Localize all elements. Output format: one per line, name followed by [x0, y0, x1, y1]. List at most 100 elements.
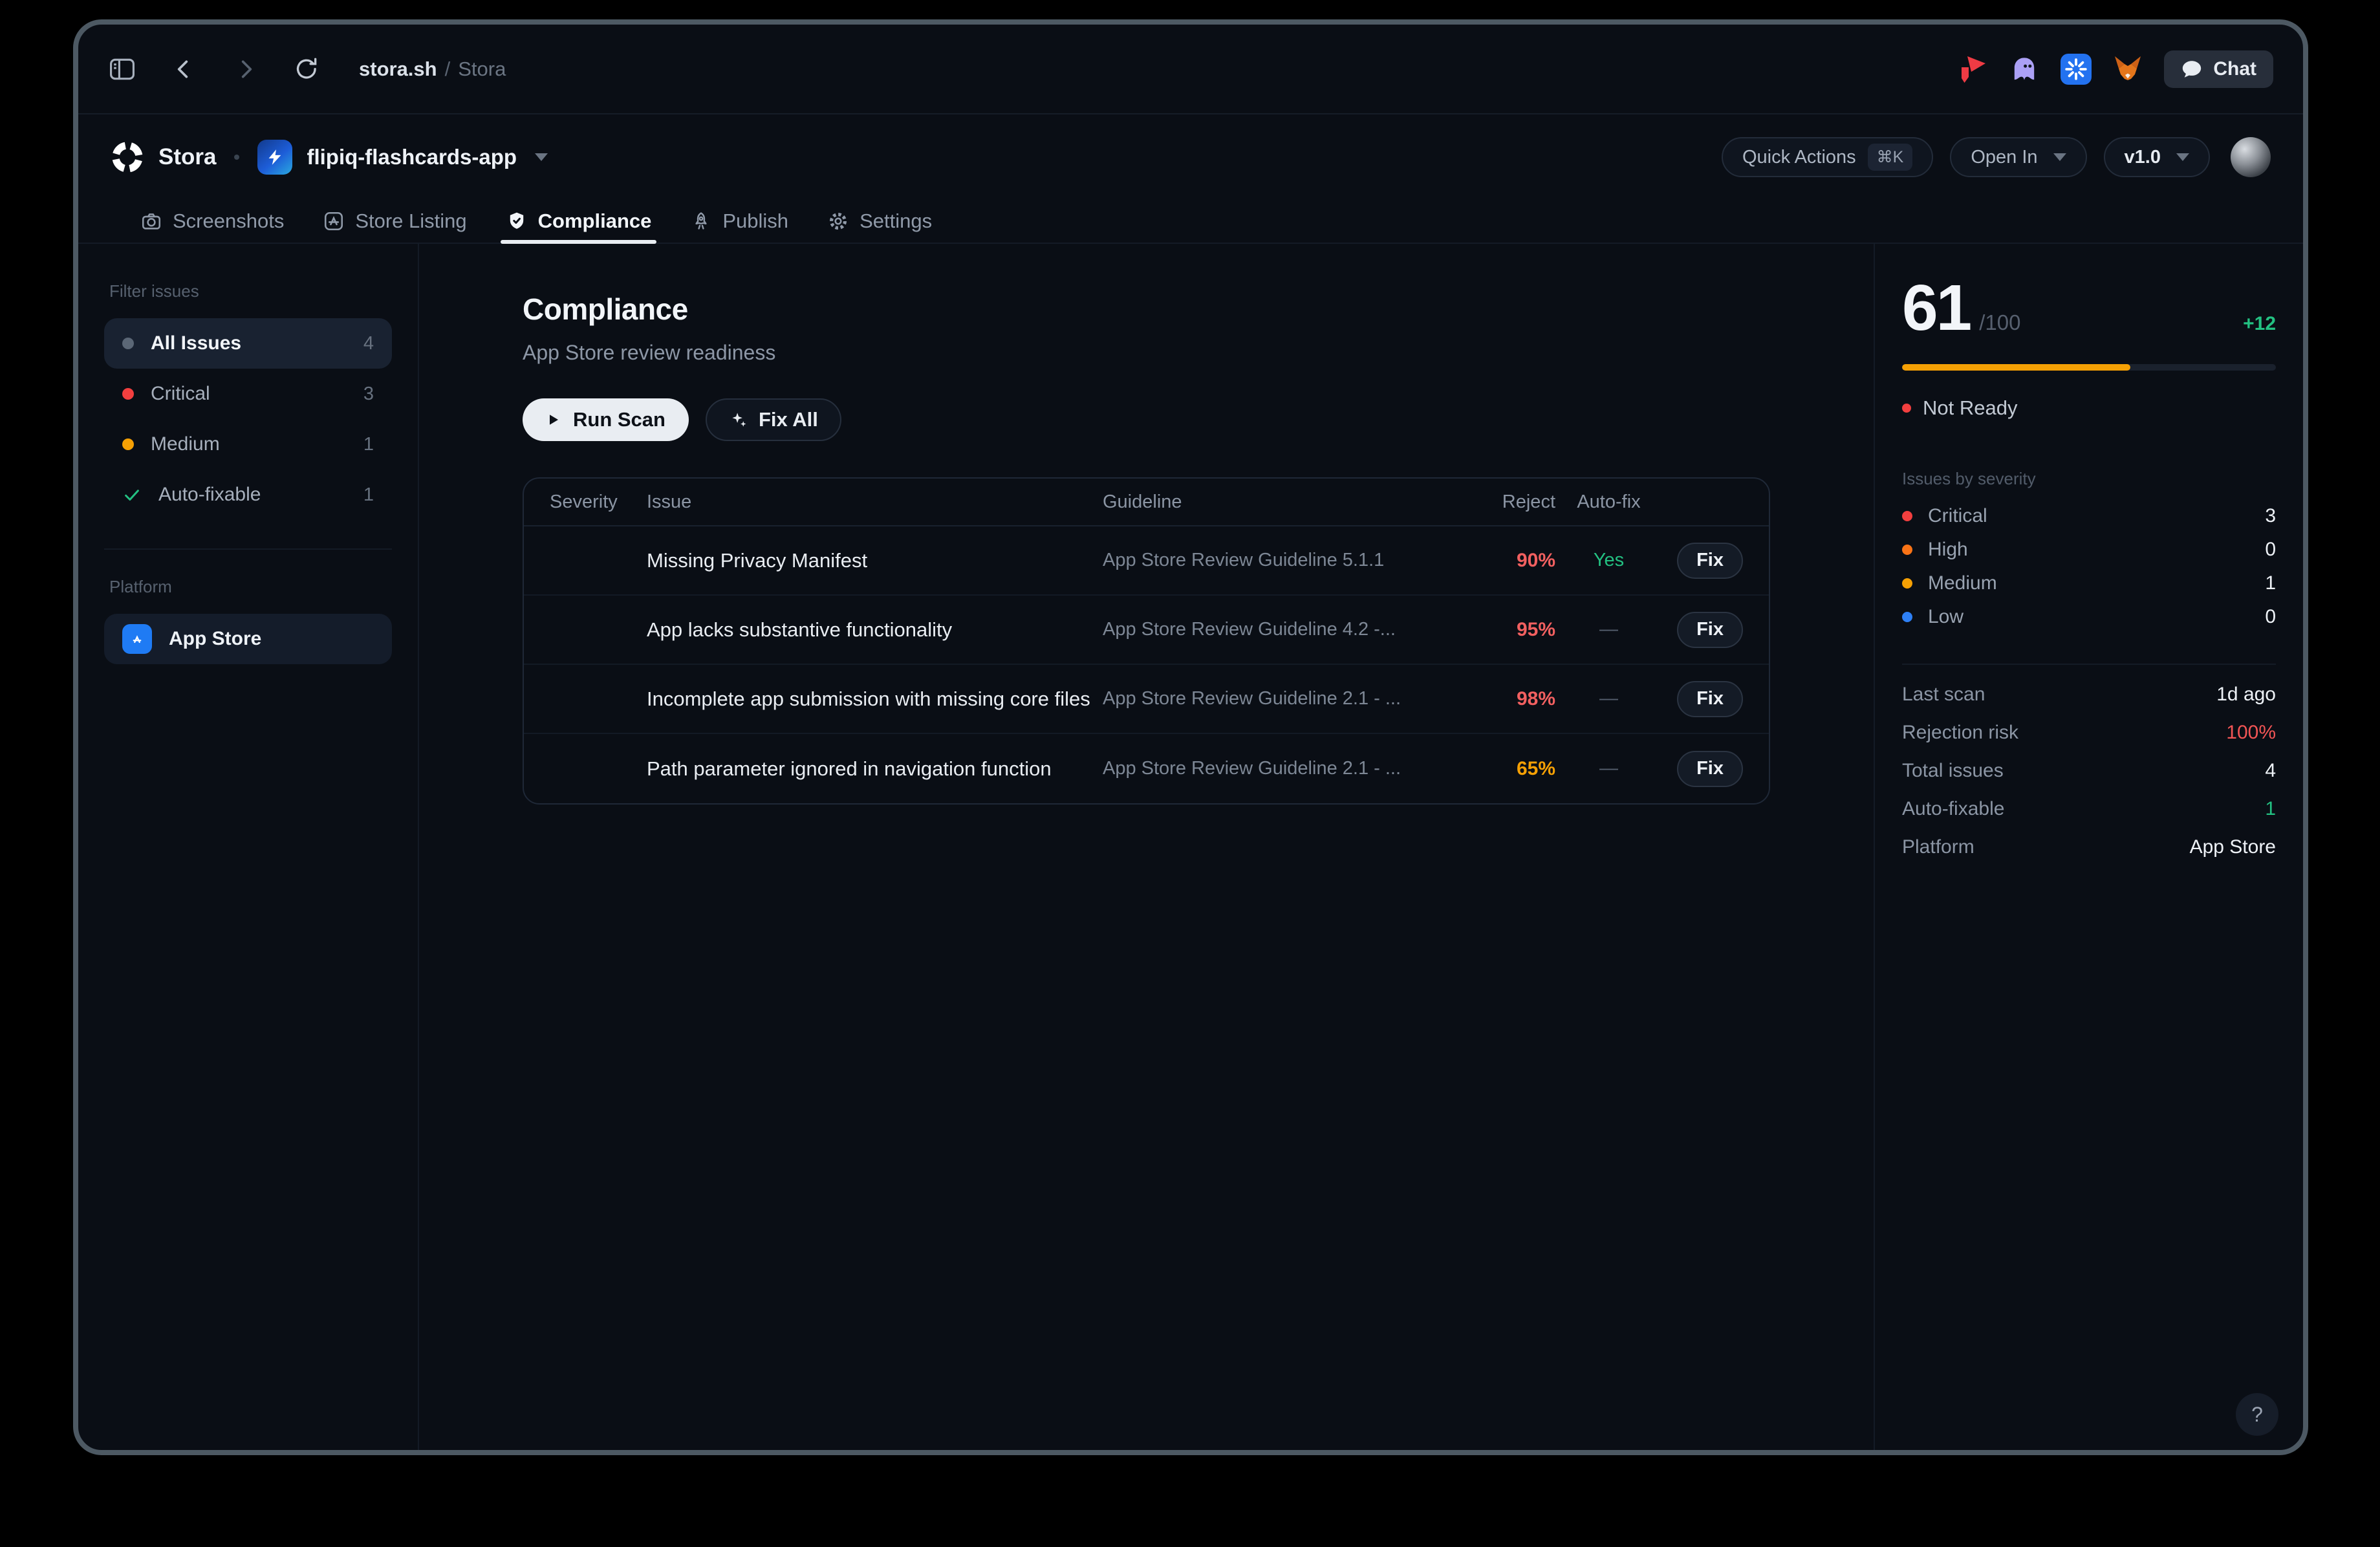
brand-separator-dot	[234, 155, 239, 160]
run-scan-button[interactable]: Run Scan	[523, 398, 689, 441]
check-icon	[122, 485, 142, 504]
readiness-status: Not Ready	[1902, 396, 2276, 420]
sidebar-item-label: Medium	[151, 433, 220, 455]
quick-actions-button[interactable]: Quick Actions ⌘K	[1722, 137, 1933, 177]
severity-label: Medium	[1928, 572, 1997, 594]
fix-button[interactable]: Fix	[1677, 751, 1743, 787]
guideline-cell: App Store Review Guideline 5.1.1	[1103, 550, 1465, 571]
reject-cell: 90%	[1465, 550, 1555, 572]
severity-label: Critical	[1928, 505, 1987, 527]
autofix-cell: Yes	[1555, 550, 1662, 571]
open-in-button[interactable]: Open In	[1950, 137, 2086, 177]
open-in-label: Open In	[1971, 147, 2037, 168]
avatar[interactable]	[2231, 137, 2271, 177]
tab-store-listing[interactable]: Store Listing	[323, 200, 466, 243]
project-switcher[interactable]: flipiq-flashcards-app	[257, 140, 548, 175]
sidebar-item-medium[interactable]: Medium 1	[104, 419, 392, 470]
stat-label: Auto-fixable	[1902, 798, 2004, 820]
fox-extension-icon[interactable]	[2112, 54, 2143, 85]
forward-button[interactable]	[232, 56, 258, 82]
url-host: stora.sh	[359, 58, 437, 81]
autofix-cell: —	[1555, 688, 1662, 709]
severity-row-high: High 0	[1902, 533, 2276, 567]
chat-button-label: Chat	[2213, 58, 2256, 80]
severity-count: 0	[2265, 606, 2276, 628]
score-panel: 61 /100 +12 Not Ready Issues by severity…	[1874, 244, 2303, 1450]
back-button[interactable]	[171, 56, 197, 82]
tab-publish[interactable]: Publish	[690, 200, 788, 243]
project-app-icon	[257, 140, 292, 175]
address-bar[interactable]: stora.sh / Stora	[359, 58, 506, 81]
sunburst-extension-icon[interactable]	[2061, 54, 2092, 85]
table-row[interactable]: Path parameter ignored in navigation fun…	[524, 734, 1769, 803]
platform-section-label: Platform	[109, 577, 387, 597]
sidebar-item-label: App Store	[169, 628, 261, 650]
url-separator: /	[445, 58, 451, 81]
browser-chrome: stora.sh / Stora	[78, 25, 2303, 114]
issue-cell: Missing Privacy Manifest	[647, 549, 1103, 572]
severity-row-medium: Medium 1	[1902, 567, 2276, 600]
ghost-extension-icon[interactable]	[2009, 54, 2040, 85]
sidebar-item-all-issues[interactable]: All Issues 4	[104, 318, 392, 369]
brand[interactable]: Stora	[111, 140, 216, 174]
tab-compliance[interactable]: Compliance	[506, 200, 652, 243]
severity-count: 0	[2265, 539, 2276, 561]
chrome-right-cluster: Chat	[1957, 50, 2273, 88]
stat-rejection-risk: Rejection risk 100%	[1902, 713, 2276, 752]
fix-button[interactable]: Fix	[1677, 612, 1743, 648]
fix-all-button[interactable]: Fix All	[706, 398, 841, 441]
stat-value: 1d ago	[2216, 684, 2276, 706]
sidebar-item-count: 4	[363, 333, 374, 354]
action-buttons: Run Scan Fix All	[523, 398, 1770, 441]
run-scan-label: Run Scan	[573, 408, 665, 431]
tab-settings[interactable]: Settings	[827, 200, 932, 243]
table-row[interactable]: Missing Privacy Manifest App Store Revie…	[524, 526, 1769, 596]
version-label: v1.0	[2125, 147, 2161, 168]
keyboard-shortcut-badge: ⌘K	[1868, 144, 1913, 171]
low-dot-icon	[1902, 612, 1912, 622]
severity-count: 1	[2265, 572, 2276, 594]
issue-cell: Incomplete app submission with missing c…	[647, 687, 1103, 711]
filter-sidebar: Filter issues All Issues 4 Critical 3 Me…	[78, 244, 419, 1450]
sidebar-item-auto-fixable[interactable]: Auto-fixable 1	[104, 470, 392, 520]
autofix-cell: —	[1555, 619, 1662, 640]
tab-label: Screenshots	[173, 210, 284, 233]
fix-button[interactable]: Fix	[1677, 681, 1743, 717]
status-dot-icon	[1902, 404, 1911, 413]
severity-section-label: Issues by severity	[1902, 469, 2276, 489]
tab-label: Store Listing	[355, 210, 466, 233]
app-header: Stora flipiq-flashcards-app Quick Action…	[78, 114, 2303, 200]
table-row[interactable]: App lacks substantive functionality App …	[524, 596, 1769, 665]
sidebar-item-count: 1	[363, 434, 374, 455]
severity-list: Critical 3 High 0 Medium 1 Low 0	[1902, 499, 2276, 634]
app-store-icon	[323, 210, 345, 232]
sidebar-item-app-store[interactable]: App Store	[104, 614, 392, 664]
stat-last-scan: Last scan 1d ago	[1902, 675, 2276, 713]
camera-icon	[140, 210, 162, 232]
reload-button[interactable]	[293, 56, 320, 83]
fix-button[interactable]: Fix	[1677, 543, 1743, 579]
project-name: flipiq-flashcards-app	[307, 145, 517, 169]
stat-value: 100%	[2226, 722, 2276, 744]
stats-divider: Last scan 1d ago Rejection risk 100% Tot…	[1902, 664, 2276, 866]
app-store-icon	[122, 624, 152, 654]
table-row[interactable]: Incomplete app submission with missing c…	[524, 665, 1769, 734]
column-header-severity: Severity	[550, 492, 647, 513]
filter-section-label: Filter issues	[109, 281, 387, 301]
sidebar-item-critical[interactable]: Critical 3	[104, 369, 392, 419]
content-area: Filter issues All Issues 4 Critical 3 Me…	[78, 244, 2303, 1450]
reject-cell: 65%	[1465, 758, 1555, 780]
url-path: Stora	[458, 58, 506, 81]
video-extension-icon[interactable]	[1957, 54, 1988, 85]
sidebar-toggle-button[interactable]	[108, 55, 136, 83]
brand-name: Stora	[158, 144, 216, 170]
stat-platform: Platform App Store	[1902, 828, 2276, 866]
tab-label: Compliance	[538, 210, 652, 233]
version-selector[interactable]: v1.0	[2104, 137, 2210, 177]
issue-cell: Path parameter ignored in navigation fun…	[647, 757, 1103, 781]
tab-screenshots[interactable]: Screenshots	[140, 200, 284, 243]
chat-button[interactable]: Chat	[2164, 50, 2273, 88]
help-button[interactable]: ?	[2236, 1393, 2278, 1436]
browser-window: stora.sh / Stora	[73, 19, 2308, 1455]
forward-icon	[232, 56, 258, 82]
